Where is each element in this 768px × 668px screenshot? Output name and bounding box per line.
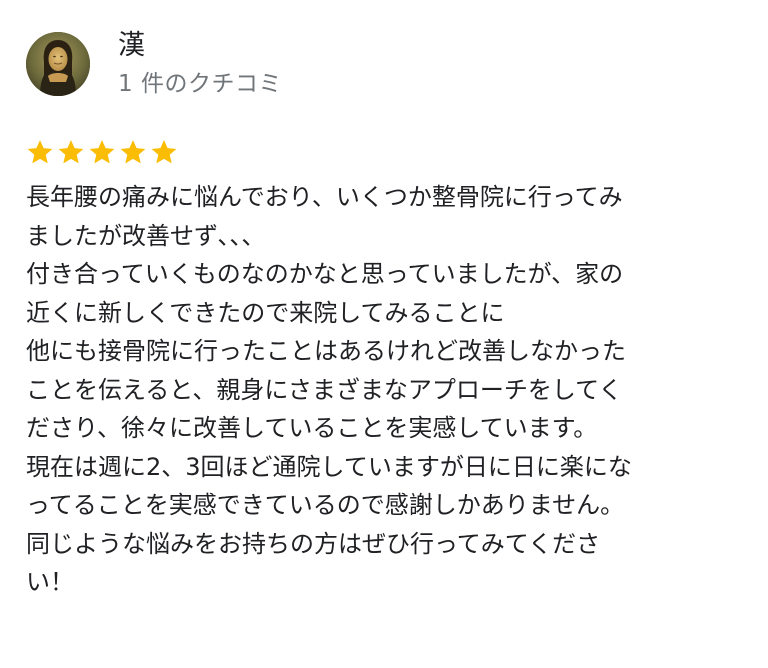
review-line: ましたが改善せず､､､ bbox=[26, 221, 254, 250]
review-line: 長年腰の痛みに悩んでおり、いくつか整骨院に行ってみ bbox=[26, 183, 623, 211]
review-line: ってることを実感できているので感謝しかありません。 bbox=[26, 491, 625, 519]
review-line: ださり、徐々に改善していることを実感しています。 bbox=[26, 414, 598, 442]
review-line: 近くに新しくできたので来院してみることに bbox=[26, 298, 505, 327]
review-card: 漢 1 件のクチコミ 長年腰の痛みに悩んでおり、いくつか整骨院に行ってみ ましたが… bbox=[0, 0, 768, 668]
review-text: 長年腰の痛みに悩んでおり、いくつか整骨院に行ってみ ましたが改善せず､､､ 付き合っ… bbox=[26, 178, 746, 602]
review-line: 現在は週に2、3回ほど通院していますが日に日に楽にな bbox=[26, 452, 632, 481]
review-line: 他にも接骨院に行ったことはあるけれど改善しなかった bbox=[26, 337, 626, 365]
star-icon bbox=[89, 140, 115, 164]
mona-lisa-avatar-icon bbox=[26, 32, 90, 96]
star-icon bbox=[27, 140, 53, 164]
review-line: ことを伝えると、親身にさまざまなアプローチをしてく bbox=[26, 375, 623, 404]
star-icon bbox=[58, 140, 84, 164]
review-line: 付き合っていくものなのかなと思っていましたが、家の bbox=[26, 260, 624, 288]
author-review-count: 1 件のクチコミ bbox=[118, 71, 282, 97]
star-icon bbox=[120, 140, 146, 164]
star-rating bbox=[26, 138, 178, 166]
author-avatar[interactable] bbox=[26, 32, 90, 96]
review-line: い！ bbox=[26, 568, 74, 596]
star-icon bbox=[151, 140, 177, 164]
review-line: 同じような悩みをお持ちの方はぜひ行ってみてくださ bbox=[26, 529, 601, 558]
author-name[interactable]: 漢 bbox=[118, 28, 145, 64]
